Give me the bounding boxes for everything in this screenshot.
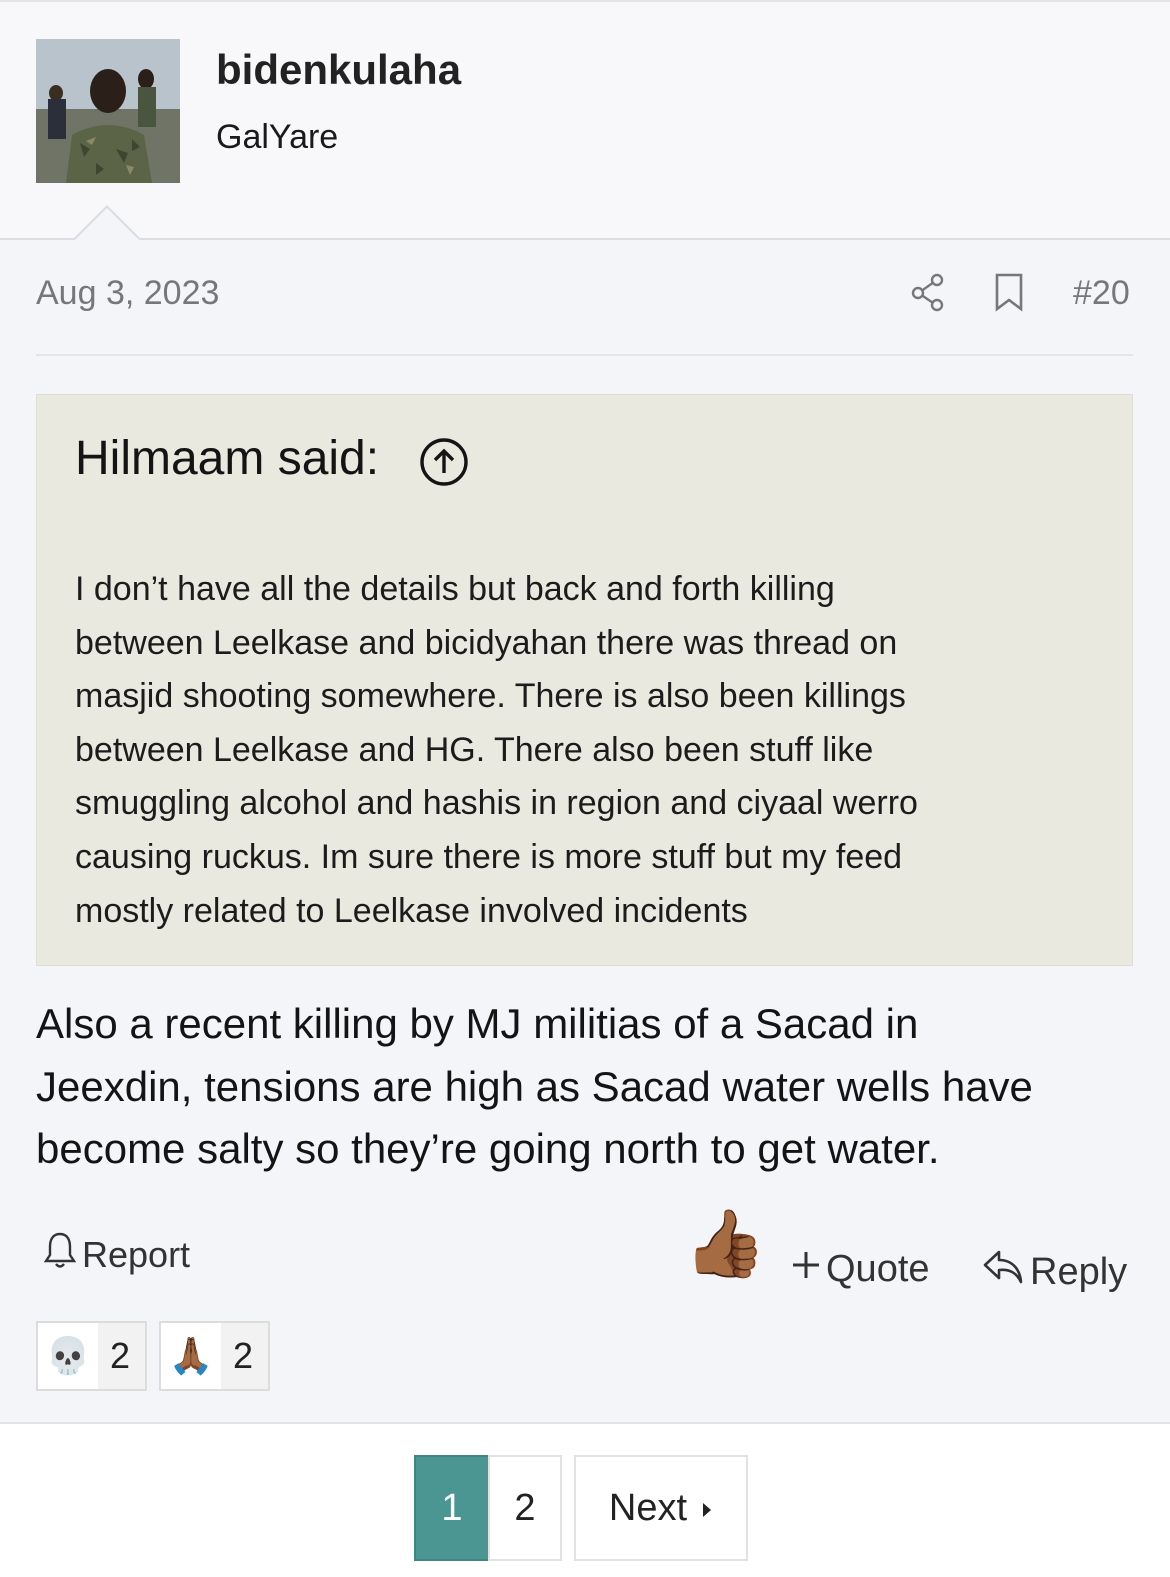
bell-icon — [42, 1230, 78, 1279]
plus-icon — [790, 1248, 822, 1291]
reply-button[interactable]: Reply — [982, 1248, 1127, 1296]
share-icon[interactable] — [910, 272, 946, 317]
bookmark-icon[interactable] — [994, 272, 1024, 317]
quote-line: causing ruckus. Im sure there is more st… — [75, 837, 903, 876]
reaction-count: 2 — [233, 1335, 254, 1376]
post-line: Jeexdin, tensions are high as Sacad wate… — [36, 1062, 1033, 1110]
skull-emoji: 💀 — [38, 1323, 98, 1389]
reaction-pray[interactable]: 🙏🏾 2 — [159, 1321, 270, 1391]
quote-line: between Leelkase and HG. There also been… — [75, 730, 874, 769]
quote-block: Hilmaam said: I don’t have all the detai… — [36, 394, 1133, 966]
pray-emoji: 🙏🏾 — [161, 1323, 221, 1389]
quote-line: mostly related to Leelkase involved inci… — [75, 891, 748, 930]
next-label: Next — [608, 1486, 688, 1529]
quote-text: I don’t have all the details but back an… — [75, 563, 1085, 938]
meta-divider — [36, 354, 1133, 356]
post-number-link[interactable]: #20 — [1073, 274, 1130, 313]
quote-button[interactable]: Quote — [790, 1248, 930, 1291]
post-body-text: Also a recent killing by MJ militias of … — [36, 993, 1146, 1181]
user-title: GalYare — [216, 118, 339, 156]
like-button[interactable]: 👍🏾 — [684, 1210, 766, 1276]
reply-label: Reply — [1030, 1250, 1128, 1293]
avatar[interactable] — [36, 39, 180, 183]
reply-arrow-icon — [982, 1248, 1024, 1296]
message-pointer — [74, 208, 140, 241]
report-label: Report — [82, 1233, 191, 1275]
report-button[interactable]: Report — [42, 1230, 190, 1279]
reaction-count: 2 — [110, 1335, 131, 1376]
quote-label: Quote — [826, 1248, 930, 1290]
quote-line: between Leelkase and bicidyahan there wa… — [75, 623, 898, 662]
caret-right-icon — [701, 1487, 713, 1530]
username[interactable]: bidenkulaha — [216, 46, 461, 94]
arrow-up-circle-icon[interactable] — [419, 437, 469, 492]
page-2-button[interactable]: 2 — [488, 1455, 562, 1561]
quote-line: masjid shooting somewhere. There is also… — [75, 677, 906, 716]
reaction-skull[interactable]: 💀 2 — [36, 1321, 147, 1391]
post-date[interactable]: Aug 3, 2023 — [36, 274, 219, 313]
user-info-block: bidenkulaha GalYare — [0, 0, 1170, 240]
quote-line: smuggling alcohol and hashis in region a… — [75, 784, 918, 823]
quote-line: I don’t have all the details but back an… — [75, 570, 835, 608]
page-1-button[interactable]: 1 — [414, 1455, 490, 1561]
quote-author[interactable]: Hilmaam said: — [75, 431, 379, 486]
post-line: Also a recent killing by MJ militias of … — [36, 1000, 919, 1047]
next-page-button[interactable]: Next — [574, 1455, 748, 1561]
post-line: become salty so they’re going north to g… — [36, 1125, 940, 1172]
